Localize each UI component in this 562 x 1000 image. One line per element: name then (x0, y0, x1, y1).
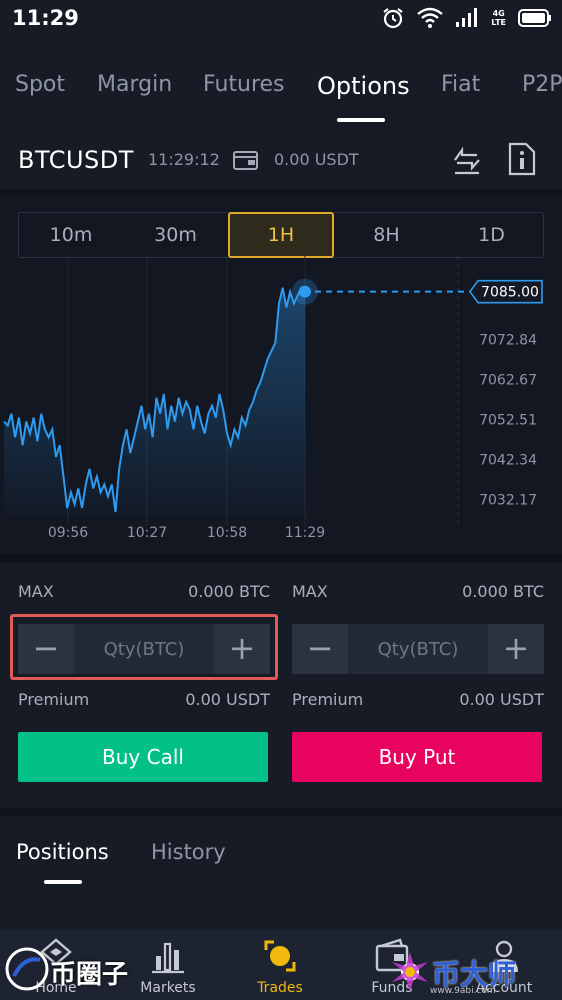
tab-p2p[interactable]: P2P (522, 72, 562, 97)
x-tick-label: 09:56 (48, 525, 88, 541)
put-qty-minus-button[interactable]: − (292, 624, 348, 674)
positions-tab-indicator (44, 880, 82, 884)
premium-label: Premium (292, 690, 364, 709)
max-value: 0.000 BTC (188, 582, 270, 601)
put-qty-plus-button[interactable]: + (488, 624, 544, 674)
pair-name[interactable]: BTCUSDT (18, 146, 134, 174)
network-type: 4G LTE (491, 9, 506, 27)
buy-put-button[interactable]: Buy Put (292, 732, 542, 782)
current-price-dot (299, 285, 311, 298)
balance: 0.00 USDT (274, 150, 359, 169)
watermark-url: www.9abi.com (430, 986, 496, 996)
tab-futures[interactable]: Futures (203, 72, 285, 97)
max-label: MAX (18, 582, 54, 601)
market-tabs: Spot Margin Futures Options Fiat P2P (0, 58, 562, 124)
positions-tabs: Positions History (0, 816, 562, 896)
y-tick-label: 7062.67 (479, 373, 537, 389)
interval-8h[interactable]: 8H (334, 213, 439, 257)
interval-30m[interactable]: 30m (123, 213, 228, 257)
markets-icon (152, 942, 184, 974)
status-icons: 4G LTE (381, 6, 552, 30)
y-tick-label: 7052.51 (479, 413, 537, 429)
price-chart[interactable]: 7085.00 7072.84 7062.67 7052.51 7042.34 7032… (0, 256, 562, 552)
tab-margin[interactable]: Margin (97, 72, 172, 97)
y-tick-label: 7072.84 (479, 333, 537, 349)
nav-trades[interactable]: Trades (224, 930, 336, 1000)
nav-label: Trades (257, 980, 303, 996)
x-tick-label: 10:58 (207, 525, 247, 541)
qty-highlight-box (10, 614, 278, 680)
info-icon[interactable] (508, 142, 536, 176)
put-qty-input[interactable] (350, 624, 486, 674)
buy-call-button[interactable]: Buy Call (18, 732, 268, 782)
divider (0, 808, 562, 816)
current-price-label: 7085.00 (481, 285, 539, 301)
watermark-left-logo (5, 947, 49, 991)
watermark-left: 币圈子 (50, 960, 129, 990)
divider (0, 554, 562, 562)
chart-panel: 10m 30m 1H 8H 1D 7085.00 7072.84 7062.67 7… (0, 196, 562, 554)
alarm-icon (383, 8, 403, 29)
tab-options[interactable]: Options (317, 72, 410, 100)
nav-label: Markets (140, 980, 196, 996)
nav-markets[interactable]: Markets (112, 930, 224, 1000)
interval-1h[interactable]: 1H (228, 212, 334, 258)
current-price-tag: 7085.00 (469, 279, 543, 304)
wallet-icon (233, 151, 258, 170)
premium-value: 0.00 USDT (459, 690, 544, 709)
max-label: MAX (292, 582, 328, 601)
pair-time: 11:29:12 (148, 150, 220, 169)
call-order-panel: MAX 0.000 BTC − + Premium 0.00 USDT Buy … (18, 570, 270, 800)
pair-bar: BTCUSDT 11:29:12 0.00 USDT (0, 128, 562, 192)
tab-history[interactable]: History (151, 840, 226, 864)
tab-fiat[interactable]: Fiat (441, 72, 480, 97)
tab-positions[interactable]: Positions (16, 840, 109, 864)
battery-icon (518, 9, 551, 27)
interval-selector: 10m 30m 1H 8H 1D (18, 212, 544, 258)
x-tick-label: 11:29 (285, 525, 325, 541)
put-order-panel: MAX 0.000 BTC − + Premium 0.00 USDT Buy … (292, 570, 544, 800)
x-tick-label: 10:27 (127, 525, 167, 541)
interval-10m[interactable]: 10m (19, 213, 123, 257)
max-value: 0.000 BTC (462, 582, 544, 601)
price-area (4, 287, 305, 516)
tab-spot[interactable]: Spot (15, 72, 65, 97)
wifi-icon (417, 7, 444, 28)
watermark-right-logo (392, 952, 428, 992)
trades-icon (264, 940, 296, 972)
premium-label: Premium (18, 690, 90, 709)
status-bar: 11:29 4G LTE (0, 0, 562, 40)
interval-1d[interactable]: 1D (439, 213, 544, 257)
signal-icon (456, 8, 478, 27)
transfer-icon[interactable] (452, 144, 482, 176)
put-qty-stepper: − + (292, 624, 544, 674)
premium-value: 0.00 USDT (185, 690, 270, 709)
status-time: 11:29 (12, 6, 79, 30)
y-tick-label: 7042.34 (479, 453, 537, 469)
y-tick-label: 7032.17 (479, 493, 537, 509)
active-tab-indicator (337, 118, 385, 122)
